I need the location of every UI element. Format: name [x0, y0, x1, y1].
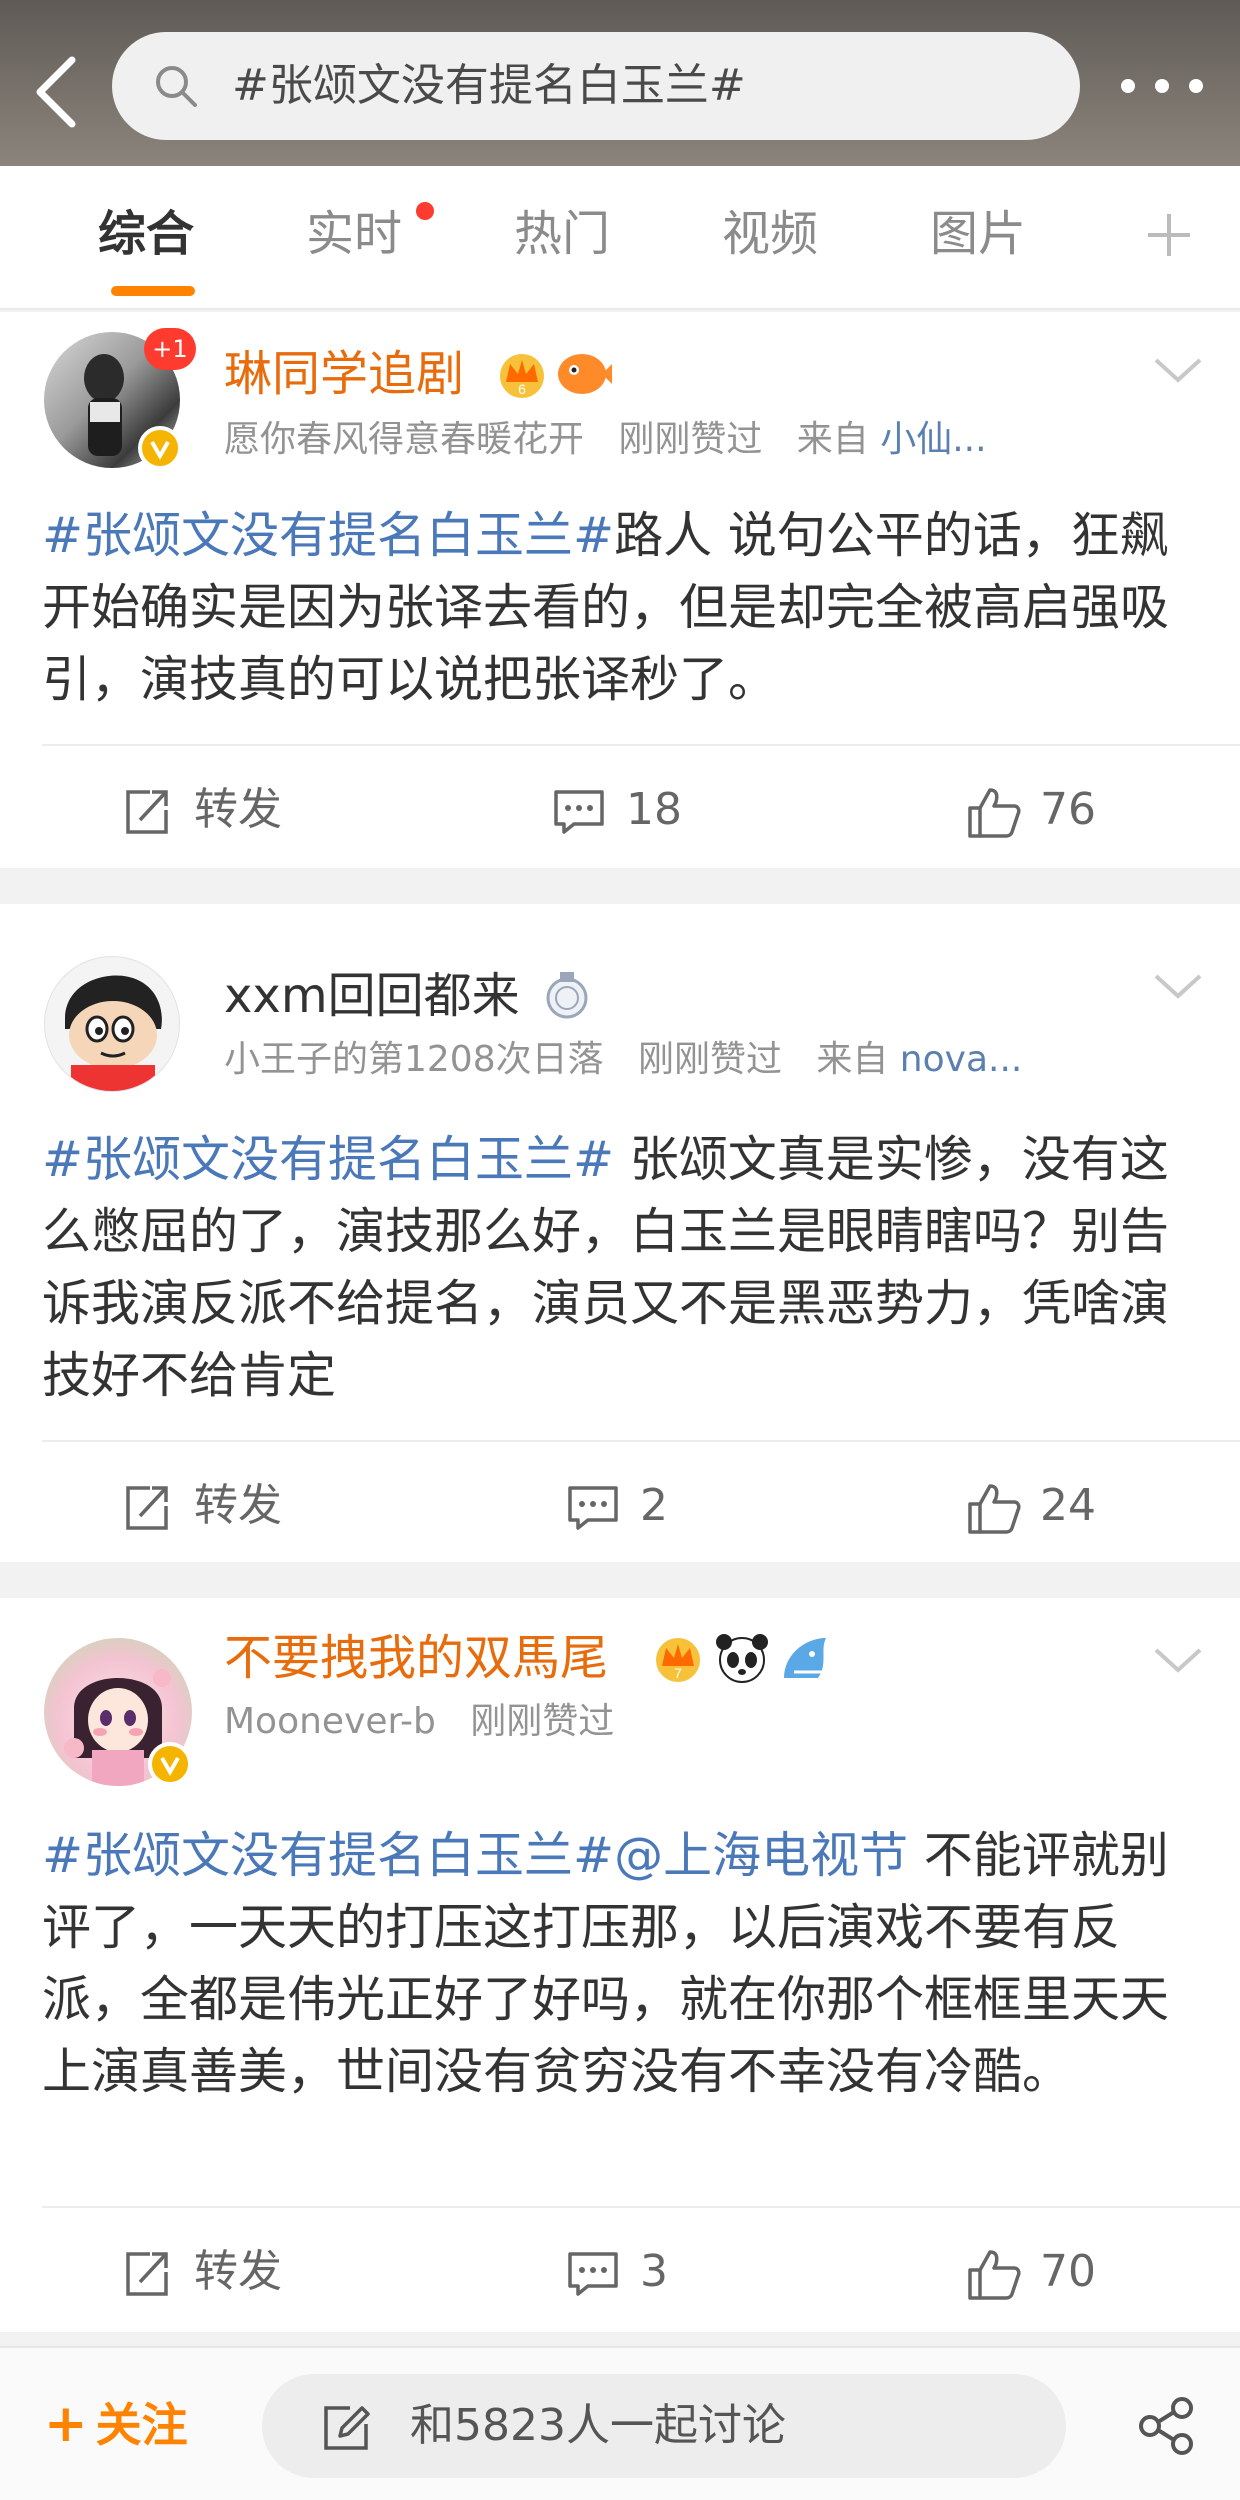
user-meta: Moonever-b 刚刚赞过 [224, 1698, 614, 1746]
comment-count: 18 [626, 784, 682, 835]
more-dots-icon[interactable] [1112, 56, 1212, 116]
chevron-down-icon[interactable] [1150, 1642, 1206, 1678]
liked-status: 刚刚赞过 [470, 1701, 615, 1742]
user-badges [544, 966, 590, 1026]
comment-icon [554, 790, 604, 834]
chevron-down-icon[interactable] [1150, 968, 1206, 1004]
liked-status: 刚刚赞过 [637, 1039, 782, 1080]
like-button[interactable]: 76 [966, 780, 1166, 840]
avatar[interactable]: +1 [44, 328, 196, 470]
repost-button[interactable]: 转发 [120, 780, 320, 840]
post-text: #张颂文没有提名白玉兰# 张颂文真是实惨，没有这么憋屈的了，演技那么好，白玉兰是… [42, 1124, 1202, 1412]
liked-status: 刚刚赞过 [618, 419, 763, 460]
repost-icon [126, 1486, 168, 1530]
hashtag-link[interactable]: #张颂文没有提名白玉兰# [42, 1827, 614, 1884]
hashtag-link[interactable]: #张颂文没有提名白玉兰# [42, 507, 614, 564]
discuss-input[interactable]: 和5823人一起讨论 [262, 2374, 1066, 2478]
post-card[interactable]: +1 琳同学追剧 6 愿你春风得意春暖花开 刚刚赞过 来自 小仙... #张颂文… [0, 312, 1240, 868]
like-count: 76 [1040, 784, 1096, 835]
avatar[interactable] [44, 1638, 194, 1788]
comment-icon [568, 1486, 618, 1530]
source-prefix: 来自 [796, 419, 869, 460]
tab-bar: 综合 实时 热门 视频 图片 [0, 166, 1240, 310]
top-bar: #张颂文没有提名白玉兰# [0, 0, 1240, 166]
comment-count: 2 [640, 1480, 668, 1531]
like-button[interactable]: 24 [966, 1476, 1166, 1536]
svg-text:7: 7 [674, 1665, 682, 1681]
user-meta: 愿你春风得意春暖花开 刚刚赞过 来自 小仙... [224, 416, 987, 464]
tab-video[interactable]: 视频 [722, 202, 818, 266]
new-dot-badge [416, 202, 434, 220]
source-link[interactable]: nova... [900, 1039, 1023, 1080]
post-text: #张颂文没有提名白玉兰#路人 说句公平的话，狂飙开始确实是因为张译去看的，但是却… [42, 500, 1202, 716]
user-meta: 小王子的第1208次日落 刚刚赞过 来自 nova... [224, 1036, 1022, 1084]
comment-icon [568, 2252, 618, 2296]
notification-badge: +1 [144, 328, 196, 370]
tab-images[interactable]: 图片 [930, 202, 1026, 266]
divider [42, 2206, 1240, 2208]
username[interactable]: 琳同学追剧 [224, 344, 464, 404]
tab-comprehensive[interactable]: 综合 [98, 202, 194, 266]
comment-count: 3 [640, 2246, 668, 2297]
comment-button[interactable]: 3 [566, 2242, 766, 2302]
plus-icon: + [44, 2394, 88, 2454]
like-icon [968, 788, 1021, 838]
search-query: #张颂文没有提名白玉兰# [232, 60, 746, 111]
source-link[interactable]: 小仙... [880, 419, 986, 460]
repost-label: 转发 [194, 784, 282, 835]
repost-label: 转发 [194, 1480, 282, 1531]
search-icon [156, 66, 197, 107]
svg-text:6: 6 [518, 381, 526, 397]
post-card[interactable]: 不要拽我的双馬尾 7 Moonever-b 刚刚赞过 #张颂文没有提名白玉兰#@… [0, 1598, 1240, 2332]
signature: Moonever-b [224, 1701, 436, 1742]
bottom-bar: + 关注 和5823人一起讨论 [0, 2346, 1240, 2500]
mention-link[interactable]: @上海电视节 [614, 1827, 908, 1884]
like-icon [968, 1484, 1021, 1534]
comment-button[interactable]: 2 [566, 1476, 766, 1536]
edit-icon [324, 2406, 370, 2450]
chevron-down-icon[interactable] [1150, 352, 1206, 388]
search-input[interactable]: #张颂文没有提名白玉兰# [112, 32, 1080, 140]
avatar[interactable] [44, 956, 180, 1092]
signature: 小王子的第1208次日落 [224, 1039, 604, 1080]
repost-button[interactable]: 转发 [120, 1476, 320, 1536]
vip-crown-icon: 7 [656, 1638, 700, 1682]
hashtag-link[interactable]: #张颂文没有提名白玉兰# [42, 1131, 614, 1188]
fish-icon [558, 354, 612, 394]
user-badges: 7 [650, 1628, 836, 1688]
tab-hot[interactable]: 热门 [514, 202, 610, 266]
like-icon [968, 2250, 1021, 2300]
repost-icon [126, 790, 168, 834]
plus-icon[interactable] [1144, 210, 1194, 260]
divider [42, 744, 1240, 746]
medal-icon [546, 972, 588, 1019]
share-icon[interactable] [1136, 2396, 1196, 2456]
username[interactable]: 不要拽我的双馬尾 [224, 1628, 608, 1688]
verified-v-icon [148, 1742, 192, 1786]
follow-label: 关注 [95, 2398, 188, 2452]
source-prefix: 来自 [816, 1039, 889, 1080]
like-count: 70 [1040, 2246, 1096, 2297]
discuss-placeholder: 和5823人一起讨论 [410, 2400, 786, 2451]
user-badges: 6 [494, 344, 614, 404]
like-button[interactable]: 70 [966, 2242, 1166, 2302]
signature: 愿你春风得意春暖花开 [224, 419, 585, 460]
like-count: 24 [1040, 1480, 1096, 1531]
repost-button[interactable]: 转发 [120, 2242, 320, 2302]
comment-button[interactable]: 18 [552, 780, 752, 840]
username[interactable]: xxm回回都来 [224, 966, 520, 1026]
follow-button[interactable]: + 关注 [44, 2394, 188, 2454]
panda-icon [716, 1634, 768, 1683]
post-card[interactable]: xxm回回都来 小王子的第1208次日落 刚刚赞过 来自 nova... #张颂… [0, 904, 1240, 1562]
back-arrow-icon[interactable] [28, 52, 88, 132]
verified-v-icon [138, 426, 182, 470]
post-text: #张颂文没有提名白玉兰#@上海电视节 不能评就别评了，一天天的打压这打压那，以后… [42, 1820, 1202, 2108]
vip-crown-icon: 6 [500, 354, 544, 398]
active-tab-indicator [111, 286, 195, 296]
repost-icon [126, 2252, 168, 2296]
divider [42, 1440, 1240, 1442]
repost-label: 转发 [194, 2246, 282, 2297]
tab-realtime[interactable]: 实时 [306, 202, 402, 266]
shark-icon [784, 1638, 826, 1678]
